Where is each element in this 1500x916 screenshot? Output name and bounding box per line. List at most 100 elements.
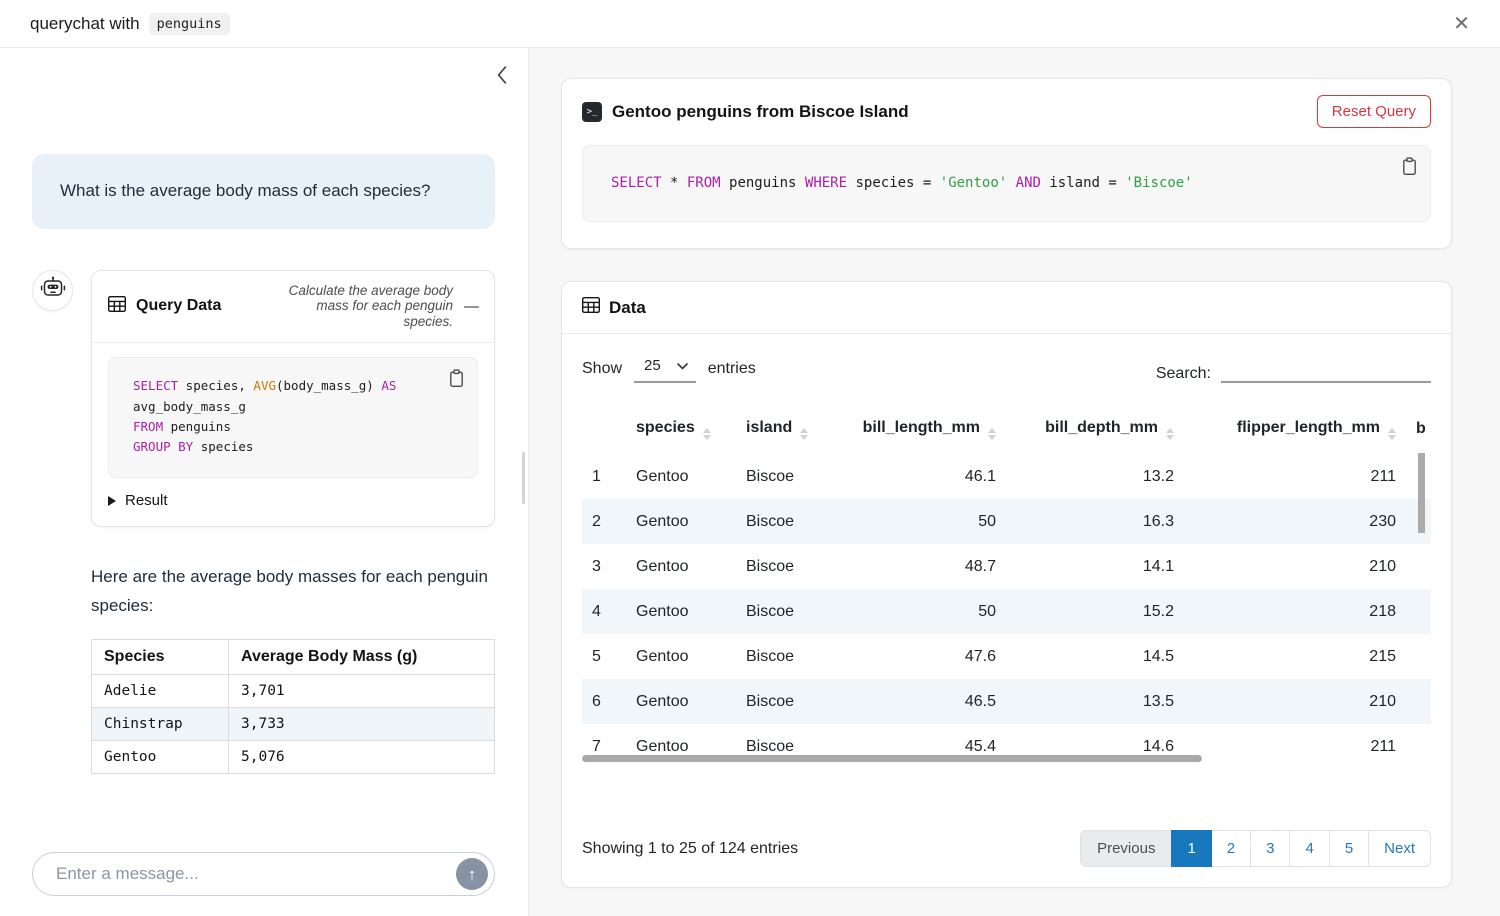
main-panel: >_ Gentoo penguins from Biscoe Island Re…	[528, 48, 1500, 916]
data-table-body: 1GentooBiscoe46.113.22112GentooBiscoe501…	[582, 454, 1431, 763]
table-row: 1GentooBiscoe46.113.2211	[582, 454, 1431, 499]
table-grid-icon	[108, 296, 126, 317]
query-tool-card: Query Data Calculate the average body ma…	[91, 270, 495, 528]
column-header-species[interactable]: species	[626, 407, 736, 454]
close-button[interactable]: ✕	[1449, 10, 1474, 38]
chevron-left-icon	[496, 72, 508, 87]
entries-info: Showing 1 to 25 of 124 entries	[582, 840, 798, 858]
user-message: What is the average body mass of each sp…	[32, 154, 495, 229]
result-table-body: Adelie3,701Chinstrap3,733Gentoo5,076	[92, 675, 495, 774]
sql-code-block: SELECT species, AVG(body_mass_g) ASavg_b…	[108, 357, 478, 478]
content: What is the average body mass of each sp…	[0, 48, 1500, 916]
minimize-button[interactable]: —	[462, 298, 481, 315]
pagination-page-1[interactable]: 1	[1171, 830, 1211, 867]
clipboard-icon	[448, 376, 465, 391]
pagination-page-2[interactable]: 2	[1211, 830, 1251, 867]
data-table-viewport: speciesislandbill_length_mmbill_depth_mm…	[582, 407, 1431, 763]
reset-query-button[interactable]: Reset Query	[1317, 95, 1431, 128]
avatar	[32, 270, 73, 311]
app-title-text: querychat with	[30, 14, 140, 34]
current-query-card: >_ Gentoo penguins from Biscoe Island Re…	[561, 78, 1452, 249]
entries-label: entries	[708, 360, 756, 378]
show-label: Show	[582, 360, 622, 378]
horizontal-scrollbar[interactable]	[582, 755, 1202, 762]
data-card: Data Show 25 entries	[561, 281, 1452, 888]
sort-icon[interactable]	[800, 428, 808, 440]
column-header-flipper_length_mm[interactable]: flipper_length_mm	[1184, 407, 1406, 454]
column-header-island[interactable]: island	[736, 407, 834, 454]
tool-sql-code: SELECT species, AVG(body_mass_g) ASavg_b…	[133, 376, 457, 457]
top-bar: querychat with penguins ✕	[0, 0, 1500, 48]
page-size-control: Show 25 entries	[582, 354, 756, 383]
search-label: Search:	[1156, 365, 1211, 383]
table-footer: Showing 1 to 25 of 124 entries Previous1…	[582, 812, 1431, 867]
close-icon: ✕	[1453, 13, 1470, 35]
assistant-response: Here are the average body masses for eac…	[91, 563, 495, 774]
data-card-title: Data	[609, 298, 646, 318]
column-header-bill_length_mm[interactable]: bill_length_mm	[834, 407, 1006, 454]
pagination-page-4[interactable]: 4	[1289, 830, 1329, 867]
pagination-page-5[interactable]: 5	[1329, 830, 1369, 867]
chat-input-container: ↑	[32, 852, 495, 896]
page-size-value: 25	[644, 357, 661, 374]
search-control: Search:	[1156, 357, 1431, 383]
sql-code-block: SELECT * FROM penguins WHERE species = '…	[582, 145, 1431, 222]
sort-icon[interactable]	[1388, 428, 1396, 440]
query-sql-code: SELECT * FROM penguins WHERE species = '…	[611, 173, 1402, 194]
tool-card-body: SELECT species, AVG(body_mass_g) ASavg_b…	[92, 343, 494, 526]
robot-icon	[40, 276, 66, 305]
result-table-header: Average Body Mass (g)	[229, 640, 495, 675]
vertical-scrollbar[interactable]	[1418, 453, 1425, 533]
table-row: 4GentooBiscoe5015.2218	[582, 589, 1431, 634]
assistant-text: Here are the average body masses for eac…	[91, 563, 495, 620]
search-input[interactable]	[1221, 357, 1431, 383]
pagination-previous[interactable]: Previous	[1080, 830, 1172, 867]
collapsed-triangle-icon	[108, 496, 116, 506]
assistant-turn: Query Data Calculate the average body ma…	[32, 270, 495, 528]
tool-card-subtitle: Calculate the average body mass for each…	[267, 283, 453, 331]
table-row: 6GentooBiscoe46.513.5210	[582, 679, 1431, 724]
table-row: Adelie3,701	[92, 675, 495, 708]
data-table: speciesislandbill_length_mmbill_depth_mm…	[582, 407, 1431, 763]
result-table-head-row: SpeciesAverage Body Mass (g)	[92, 640, 495, 675]
sidebar-scrollbar[interactable]	[522, 452, 525, 504]
copy-button[interactable]	[1398, 154, 1421, 179]
table-row: Gentoo5,076	[92, 741, 495, 774]
table-row: 2GentooBiscoe5016.3230	[582, 499, 1431, 544]
chat-history: What is the average body mass of each sp…	[0, 48, 528, 774]
collapse-sidebar-button[interactable]	[492, 62, 512, 91]
sort-icon[interactable]	[988, 428, 996, 440]
pagination: Previous12345Next	[1080, 830, 1431, 867]
sort-icon[interactable]	[703, 428, 711, 440]
terminal-icon: >_	[582, 102, 602, 122]
query-title: Gentoo penguins from Biscoe Island	[612, 102, 909, 122]
page-size-select[interactable]: 25	[634, 354, 696, 383]
sort-icon[interactable]	[1166, 428, 1174, 440]
pagination-page-3[interactable]: 3	[1250, 830, 1290, 867]
minimize-icon: —	[464, 298, 479, 315]
chat-input-row: ↑	[0, 834, 528, 916]
data-card-body: Show 25 entries Search:	[562, 334, 1451, 887]
send-button[interactable]: ↑	[456, 858, 488, 890]
data-card-header: Data	[562, 282, 1451, 334]
app-title: querychat with penguins	[30, 13, 230, 35]
dataset-chip: penguins	[149, 13, 230, 35]
result-toggle[interactable]: Result	[108, 492, 168, 509]
chat-sidebar: What is the average body mass of each sp…	[0, 48, 528, 916]
clipboard-icon	[1401, 164, 1418, 179]
column-header-bill_depth_mm[interactable]: bill_depth_mm	[1006, 407, 1184, 454]
row-number-header	[582, 407, 626, 454]
query-card-header: >_ Gentoo penguins from Biscoe Island Re…	[582, 95, 1431, 128]
data-table-head-row: speciesislandbill_length_mmbill_depth_mm…	[582, 407, 1431, 454]
chevron-down-icon	[677, 357, 688, 374]
result-table-header: Species	[92, 640, 229, 675]
column-header-b: b	[1406, 407, 1431, 454]
result-toggle-label: Result	[125, 492, 168, 509]
tool-card-title: Query Data	[136, 297, 221, 315]
table-controls: Show 25 entries Search:	[582, 354, 1431, 383]
copy-button[interactable]	[445, 366, 468, 391]
message-input[interactable]	[54, 863, 456, 885]
table-row: Chinstrap3,733	[92, 708, 495, 741]
pagination-next[interactable]: Next	[1368, 830, 1431, 867]
table-grid-icon	[582, 297, 600, 318]
